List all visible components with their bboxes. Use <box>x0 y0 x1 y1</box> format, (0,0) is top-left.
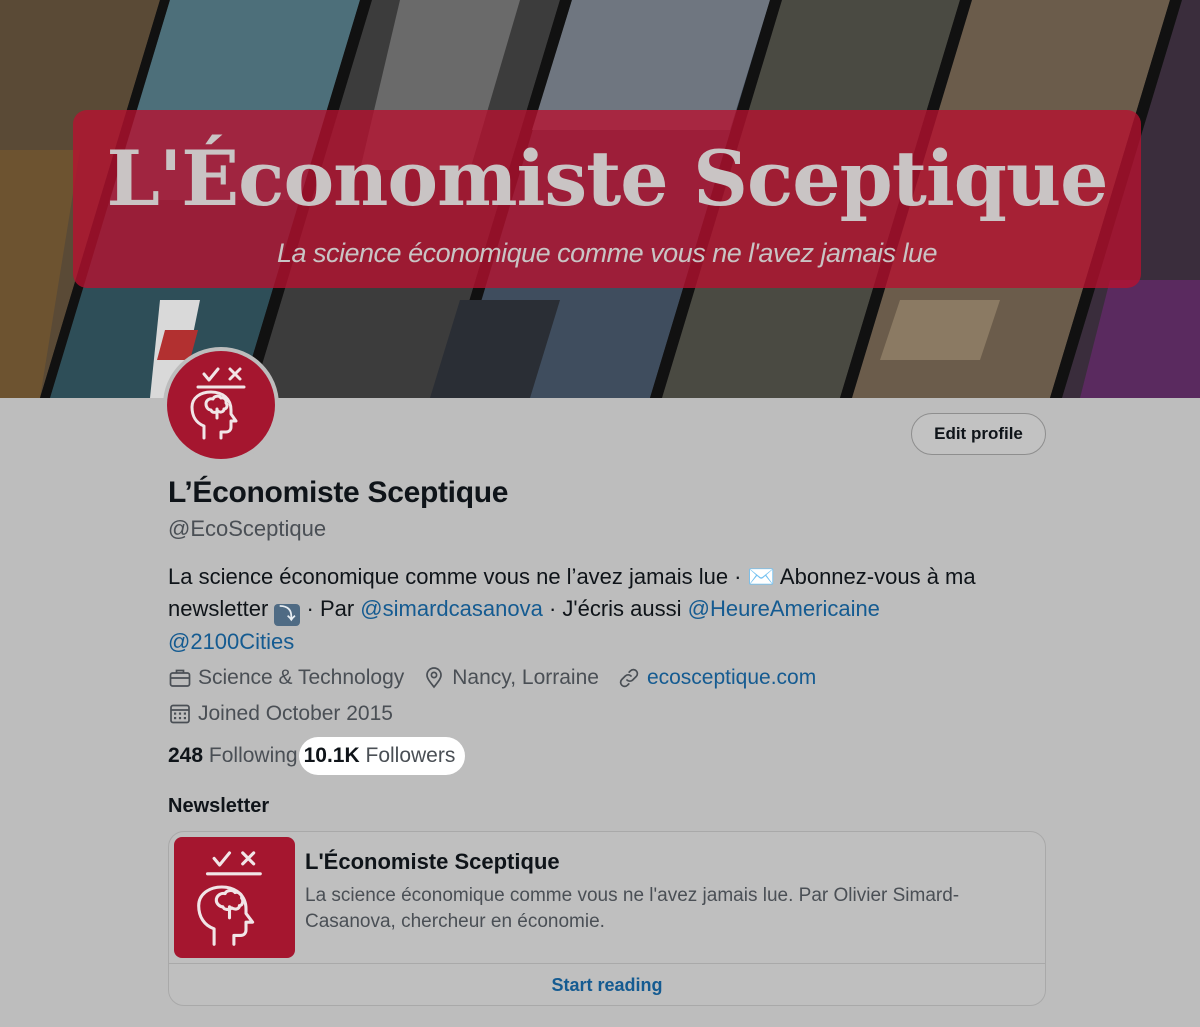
profile-avatar[interactable] <box>163 347 279 463</box>
mention-link-simardcasanova[interactable]: @simardcasanova <box>360 596 543 621</box>
brain-head-logo-icon <box>190 367 246 440</box>
header-banner[interactable]: L'Économiste Sceptique La science économ… <box>0 0 1200 398</box>
envelope-emoji-icon: ✉️ <box>747 564 776 589</box>
arrow-down-emoji-icon: ⤵ <box>274 604 301 626</box>
profile-category: Science & Technology <box>168 666 404 690</box>
following-label: Following <box>208 744 298 767</box>
newsletter-thumbnail <box>174 837 295 958</box>
mention-link-heureamericaine[interactable]: @HeureAmericaine <box>688 596 880 621</box>
banner-title-box: L'Économiste Sceptique La science économ… <box>73 110 1141 288</box>
mention-link-2100cities[interactable]: @2100Cities <box>168 629 294 654</box>
avatar-logo <box>167 351 275 459</box>
newsletter-card[interactable]: L'Économiste Sceptique La science économ… <box>168 831 1046 1006</box>
profile-bio: La science économique comme vous ne l’av… <box>168 561 1048 658</box>
edit-profile-button[interactable]: Edit profile <box>911 413 1046 455</box>
joined-label: Joined October 2015 <box>198 702 393 725</box>
profile-meta-row: Science & Technology Nancy, Lorraine eco… <box>168 664 834 692</box>
location-pin-icon <box>426 667 443 689</box>
location-label: Nancy, Lorraine <box>452 666 599 689</box>
following-link[interactable]: 248 Following <box>168 744 298 768</box>
link-icon <box>619 668 639 688</box>
profile-handle: @EcoSceptique <box>168 516 327 541</box>
bio-text: · J'écris aussi <box>542 596 688 621</box>
newsletter-description: La science économique comme vous ne l'av… <box>305 885 960 932</box>
following-count: 248 <box>168 744 204 767</box>
followers-count: 10.1K <box>303 744 360 767</box>
profile-website[interactable]: ecosceptique.com <box>617 666 816 690</box>
profile-display-name: L’Économiste Sceptique <box>168 476 509 509</box>
profile-joined-row: Joined October 2015 <box>168 700 411 728</box>
banner-title: L'Économiste Sceptique <box>106 134 1109 223</box>
brain-head-logo-icon <box>196 850 262 946</box>
profile-joined: Joined October 2015 <box>168 702 393 726</box>
start-reading-button[interactable]: Start reading <box>169 964 1045 1005</box>
newsletter-heading: Newsletter <box>168 795 270 817</box>
newsletter-title: L'Économiste Sceptique <box>305 849 560 874</box>
profile-stats: 248 Following 10.1K Followers <box>168 737 466 775</box>
profile-location: Nancy, Lorraine <box>422 666 599 690</box>
website-link[interactable]: ecosceptique.com <box>647 666 816 690</box>
banner-subtitle: La science économique comme vous ne l'av… <box>276 238 938 268</box>
calendar-icon <box>170 704 190 724</box>
category-label: Science & Technology <box>198 666 405 689</box>
followers-link[interactable]: 10.1K Followers <box>298 737 466 775</box>
bio-text: · Par <box>300 596 361 621</box>
bio-text: La science économique comme vous ne l’av… <box>168 564 748 589</box>
briefcase-icon <box>169 669 191 687</box>
followers-label: Followers <box>365 744 456 767</box>
